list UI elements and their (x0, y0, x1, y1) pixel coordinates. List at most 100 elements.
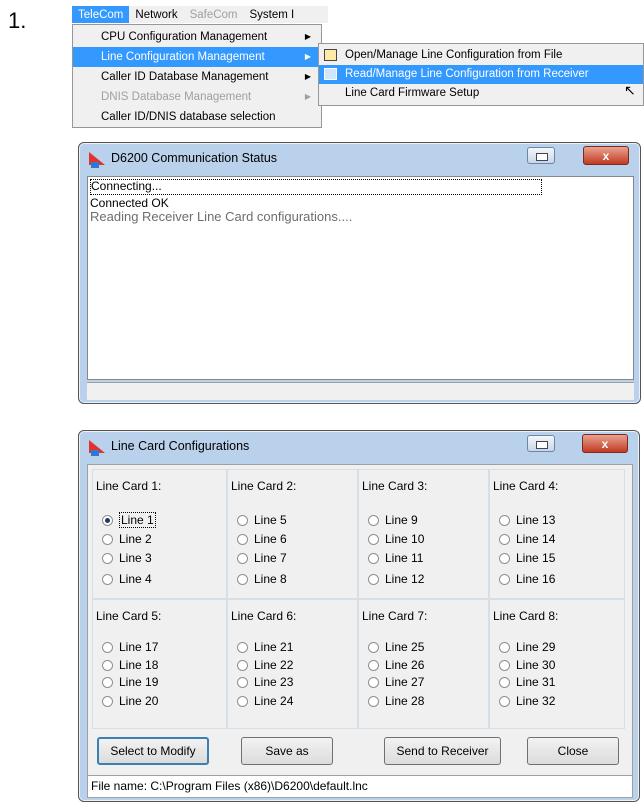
line-radio-option[interactable]: Line 13 (499, 512, 555, 528)
radio-button[interactable] (102, 514, 113, 526)
close-window-button[interactable]: x (582, 434, 628, 453)
line-radio-option[interactable]: Line 17 (102, 639, 158, 655)
radio-button[interactable] (237, 676, 248, 688)
minimize-icon[interactable] (527, 435, 555, 452)
save-as-button[interactable]: Save as (241, 737, 333, 765)
radio-button[interactable] (368, 573, 379, 585)
line-radio-option[interactable]: Line 14 (499, 531, 555, 547)
line-radio-option[interactable]: Line 32 (499, 693, 555, 709)
line-radio-option[interactable]: Line 30 (499, 657, 555, 673)
radio-button[interactable] (102, 659, 113, 671)
radio-label: Line 1 (119, 512, 156, 528)
radio-button[interactable] (102, 533, 113, 545)
menu-item-line-config[interactable]: Line Configuration Management ▶ (73, 47, 321, 67)
menu-system[interactable]: System I (244, 6, 301, 23)
title-bar[interactable]: D6200 Communication Status x (79, 143, 640, 173)
menu-item-db-selection[interactable]: Caller ID/DNIS database selection (73, 107, 321, 127)
line-radio-option[interactable]: Line 23 (237, 674, 293, 690)
title-bar[interactable]: Line Card Configurations x (79, 431, 639, 461)
radio-label: Line 21 (254, 640, 294, 654)
line-radio-option[interactable]: Line 19 (102, 674, 158, 690)
submenu-item-label: Line Card Firmware Setup (345, 87, 480, 99)
radio-label: Line 8 (254, 572, 287, 586)
line-radio-option[interactable]: Line 1 (102, 512, 156, 528)
radio-button[interactable] (499, 514, 510, 526)
line-radio-option[interactable]: Line 11 (368, 550, 423, 566)
submenu-read-from-receiver[interactable]: Read/Manage Line Configuration from Rece… (319, 65, 643, 84)
radio-button[interactable] (499, 533, 510, 545)
submenu-firmware-setup[interactable]: Line Card Firmware Setup (319, 84, 643, 103)
line-radio-option[interactable]: Line 29 (499, 639, 555, 655)
line-radio-option[interactable]: Line 12 (368, 571, 424, 587)
line-radio-option[interactable]: Line 21 (237, 639, 293, 655)
receiver-icon (324, 68, 337, 80)
menu-telecom[interactable]: TeleCom (72, 6, 130, 23)
send-to-receiver-button[interactable]: Send to Receiver (384, 737, 501, 765)
radio-button[interactable] (237, 552, 248, 564)
radio-button[interactable] (237, 533, 248, 545)
radio-button[interactable] (237, 641, 248, 653)
line-card-title: Line Card 2: (231, 479, 297, 493)
line-radio-option[interactable]: Line 9 (368, 512, 418, 528)
radio-button[interactable] (499, 659, 510, 671)
radio-button[interactable] (499, 695, 510, 707)
radio-button[interactable] (102, 573, 113, 585)
line-radio-option[interactable]: Line 25 (368, 639, 424, 655)
radio-button[interactable] (368, 695, 379, 707)
close-button[interactable]: x (583, 146, 629, 165)
radio-button[interactable] (368, 533, 379, 545)
line-radio-option[interactable]: Line 10 (368, 531, 424, 547)
line-radio-option[interactable]: Line 16 (499, 571, 555, 587)
radio-button[interactable] (368, 676, 379, 688)
menu-item-callerid-db[interactable]: Caller ID Database Management ▶ (73, 67, 321, 87)
radio-button[interactable] (368, 659, 379, 671)
radio-label: Line 7 (254, 551, 287, 565)
radio-button[interactable] (237, 659, 248, 671)
line-radio-option[interactable]: Line 18 (102, 657, 158, 673)
line-radio-option[interactable]: Line 22 (237, 657, 293, 673)
line-radio-option[interactable]: Line 7 (237, 550, 287, 566)
submenu-arrow-icon: ▶ (304, 92, 311, 101)
line-radio-option[interactable]: Line 8 (237, 571, 287, 587)
radio-button[interactable] (237, 573, 248, 585)
line-radio-option[interactable]: Line 26 (368, 657, 424, 673)
menu-safecom[interactable]: SafeCom (184, 6, 244, 23)
menu-item-label: Caller ID/DNIS database selection (101, 111, 276, 123)
radio-button[interactable] (102, 641, 113, 653)
menu-item-cpu-config[interactable]: CPU Configuration Management ▶ (73, 27, 321, 47)
line-radio-option[interactable]: Line 24 (237, 693, 293, 709)
line-card-window: Line Card Configurations x Line Card 1: L… (78, 430, 640, 802)
minimize-icon[interactable] (527, 147, 555, 164)
radio-label: Line 9 (385, 513, 418, 527)
radio-button[interactable] (499, 641, 510, 653)
radio-button[interactable] (102, 676, 113, 688)
line-radio-option[interactable]: Line 5 (237, 512, 287, 528)
radio-button[interactable] (237, 695, 248, 707)
select-to-modify-button[interactable]: Select to Modify (97, 737, 209, 765)
radio-button[interactable] (237, 514, 248, 526)
log-line: Connecting... (90, 179, 542, 195)
line-radio-option[interactable]: Line 6 (237, 531, 287, 547)
radio-button[interactable] (102, 552, 113, 564)
line-radio-option[interactable]: Line 4 (102, 571, 152, 587)
line-radio-option[interactable]: Line 2 (102, 531, 152, 547)
line-radio-option[interactable]: Line 20 (102, 693, 158, 709)
radio-button[interactable] (102, 695, 113, 707)
radio-button[interactable] (368, 641, 379, 653)
line-radio-option[interactable]: Line 15 (499, 550, 555, 566)
radio-button[interactable] (499, 573, 510, 585)
submenu-open-from-file[interactable]: Open/Manage Line Configuration from File (319, 46, 643, 65)
line-card-title: Line Card 7: (362, 609, 428, 623)
menu-network[interactable]: Network (129, 6, 183, 23)
line-radio-option[interactable]: Line 27 (368, 674, 424, 690)
line-radio-option[interactable]: Line 31 (499, 674, 555, 690)
radio-button[interactable] (499, 676, 510, 688)
radio-button[interactable] (368, 514, 379, 526)
line-radio-option[interactable]: Line 3 (102, 550, 152, 566)
line-radio-option[interactable]: Line 28 (368, 693, 424, 709)
radio-button[interactable] (499, 552, 510, 564)
close-button[interactable]: Close (527, 737, 619, 765)
menu-item-dnis-db[interactable]: DNIS Database Management ▶ (73, 87, 321, 107)
radio-label: Line 4 (119, 572, 152, 586)
radio-button[interactable] (368, 552, 379, 564)
